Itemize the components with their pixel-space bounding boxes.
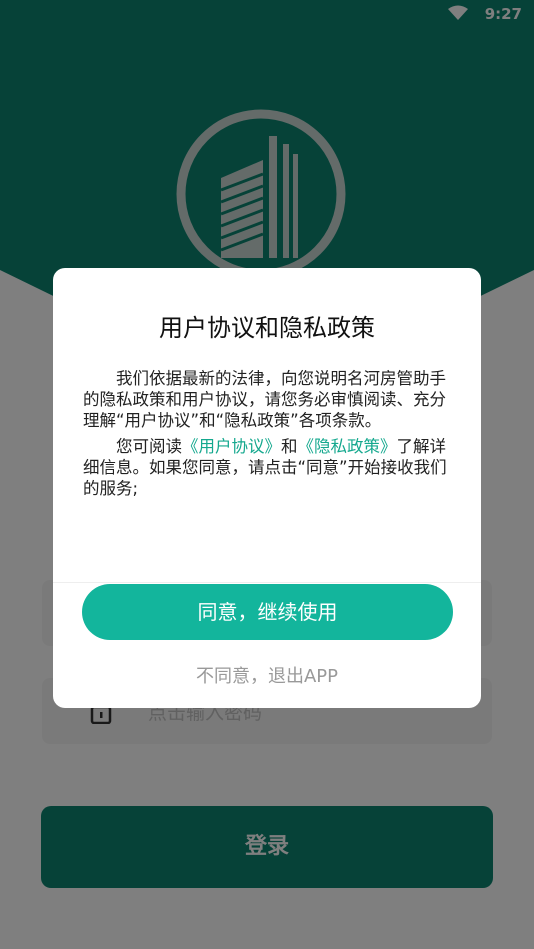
agree-button[interactable]: 同意，继续使用 (82, 584, 453, 640)
dialog-paragraph-1: 我们依据最新的法律，向您说明名河房管助手的隐私政策和用户协议，请您务必审慎阅读、… (83, 369, 446, 430)
disagree-exit-link[interactable]: 不同意，退出APP (53, 662, 481, 688)
dialog-divider (53, 582, 481, 583)
privacy-dialog: 用户协议和隐私政策 我们依据最新的法律，向您说明名河房管助手的隐私政策和用户协议… (53, 268, 481, 708)
dialog-paragraph-2: 您可阅读《用户协议》和《隐私政策》了解详细信息。如果您同意，请点击“同意”开始接… (83, 436, 453, 499)
paragraph2-prefix: 您可阅读 (116, 437, 182, 456)
dialog-title: 用户协议和隐私政策 (159, 314, 375, 342)
paragraph2-and: 和 (281, 437, 298, 456)
user-agreement-link[interactable]: 《用户协议》 (182, 437, 281, 456)
privacy-policy-link[interactable]: 《隐私政策》 (298, 437, 397, 456)
dialog-body: 我们依据最新的法律，向您说明名河房管助手的隐私政策和用户协议，请您务必审慎阅读、… (83, 368, 453, 540)
